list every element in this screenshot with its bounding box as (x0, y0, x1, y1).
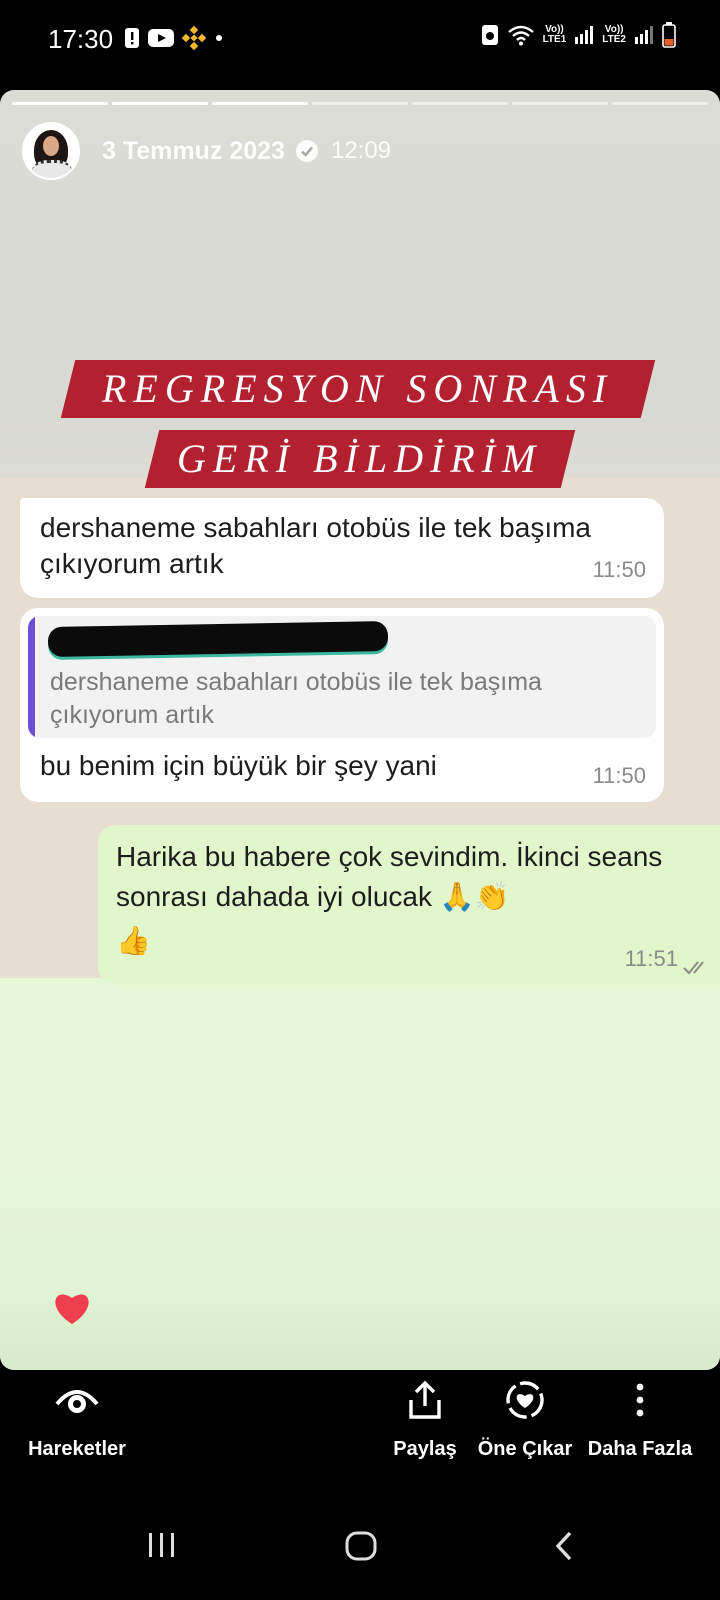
chat-message-incoming-reply: dershaneme sabahları otobüs ile tek başı… (20, 608, 664, 802)
story-view[interactable]: 3 Temmuz 2023 12:09 REGRESYON SONRASI GE… (0, 90, 720, 1370)
story-progress-bar (12, 102, 708, 105)
title-banner-line2: GERİ BİLDİRİM (144, 430, 576, 488)
chat-outgoing-background (0, 978, 720, 1370)
verified-badge-icon (295, 140, 318, 162)
alert-icon (125, 28, 139, 48)
lte1-bottom: LTE1 (542, 34, 567, 45)
chat-message-outgoing: Harika bu habere çok sevindim. İkinci se… (98, 825, 720, 985)
wifi-icon (507, 25, 534, 46)
quote-bar (28, 616, 35, 738)
more-label: Daha Fazla (587, 1438, 693, 1460)
share-button[interactable]: Paylaş (380, 1378, 470, 1461)
message-time: 11:50 (592, 763, 646, 788)
story-time: 12:09 (330, 137, 392, 164)
story-actions: Hareketler Paylaş Öne Çıkar Daha Fazla (0, 1378, 720, 1488)
signal-icon (635, 26, 653, 44)
progress-segment (112, 102, 208, 105)
status-right-icons: Vo)) LTE1 Vo)) LTE2 (481, 22, 676, 48)
redacted-name (47, 621, 389, 657)
recent-apps-icon[interactable] (146, 1530, 178, 1560)
highlight-label: Öne Çıkar (477, 1438, 573, 1460)
battery-icon (662, 22, 676, 48)
share-icon (409, 1380, 441, 1419)
progress-segment (512, 102, 608, 105)
activity-eye-icon (55, 1390, 99, 1413)
title-line1: REGRESYON SONRASI (102, 366, 614, 411)
share-label: Paylaş (393, 1438, 457, 1460)
sim-icon (481, 25, 498, 45)
back-icon[interactable] (552, 1530, 576, 1562)
status-time: 17:30 (48, 24, 114, 54)
story-date: 3 Temmuz 2023 (102, 136, 285, 165)
lte2-bottom: LTE2 (602, 34, 626, 45)
progress-segment (412, 102, 508, 105)
message-time: 11:50 (592, 557, 646, 582)
avatar[interactable] (22, 122, 80, 180)
more-vertical-icon (636, 1383, 644, 1417)
message-emoji: 👍 (116, 925, 151, 956)
title-banner-line1: REGRESYON SONRASI (60, 360, 656, 418)
activity-button[interactable]: Hareketler (22, 1378, 132, 1461)
youtube-icon (148, 29, 174, 47)
quoted-message: dershaneme sabahları otobüs ile tek başı… (28, 616, 656, 738)
volte-lte1-icon: Vo)) LTE1 (543, 25, 567, 45)
status-left-icons (124, 26, 224, 50)
binance-icon (182, 26, 206, 50)
progress-segment (212, 102, 308, 105)
dot-icon (216, 35, 222, 41)
title-line2: GERİ BİLDİRİM (177, 436, 543, 481)
volte-lte2-icon: Vo)) LTE2 (602, 25, 626, 45)
story-header: 3 Temmuz 2023 12:09 (22, 122, 391, 180)
more-button[interactable]: Daha Fazla (580, 1378, 700, 1461)
heart-icon[interactable] (52, 1290, 92, 1326)
message-text: Harika bu habere çok sevindim. İkinci se… (116, 841, 663, 912)
message-text: bu benim için büyük bir şey yani (40, 750, 437, 781)
activity-label: Hareketler (28, 1438, 126, 1460)
message-time: 11:51 (624, 946, 678, 971)
system-nav-bar (0, 1500, 720, 1600)
status-bar: 17:30 Vo)) LTE1 Vo)) LTE2 (0, 0, 720, 80)
chat-message-incoming: dershaneme sabahları otobüs ile tek başı… (20, 498, 664, 598)
highlight-button[interactable]: Öne Çıkar (470, 1378, 580, 1461)
home-icon[interactable] (344, 1530, 378, 1562)
progress-segment (312, 102, 408, 105)
quoted-text: dershaneme sabahları otobüs ile tek başı… (50, 668, 542, 729)
message-text: dershaneme sabahları otobüs ile tek başı… (40, 512, 591, 579)
progress-segment (612, 102, 708, 105)
highlight-heart-icon (506, 1381, 544, 1419)
double-check-icon (683, 961, 704, 975)
signal-icon (575, 26, 594, 44)
progress-segment (12, 102, 108, 105)
